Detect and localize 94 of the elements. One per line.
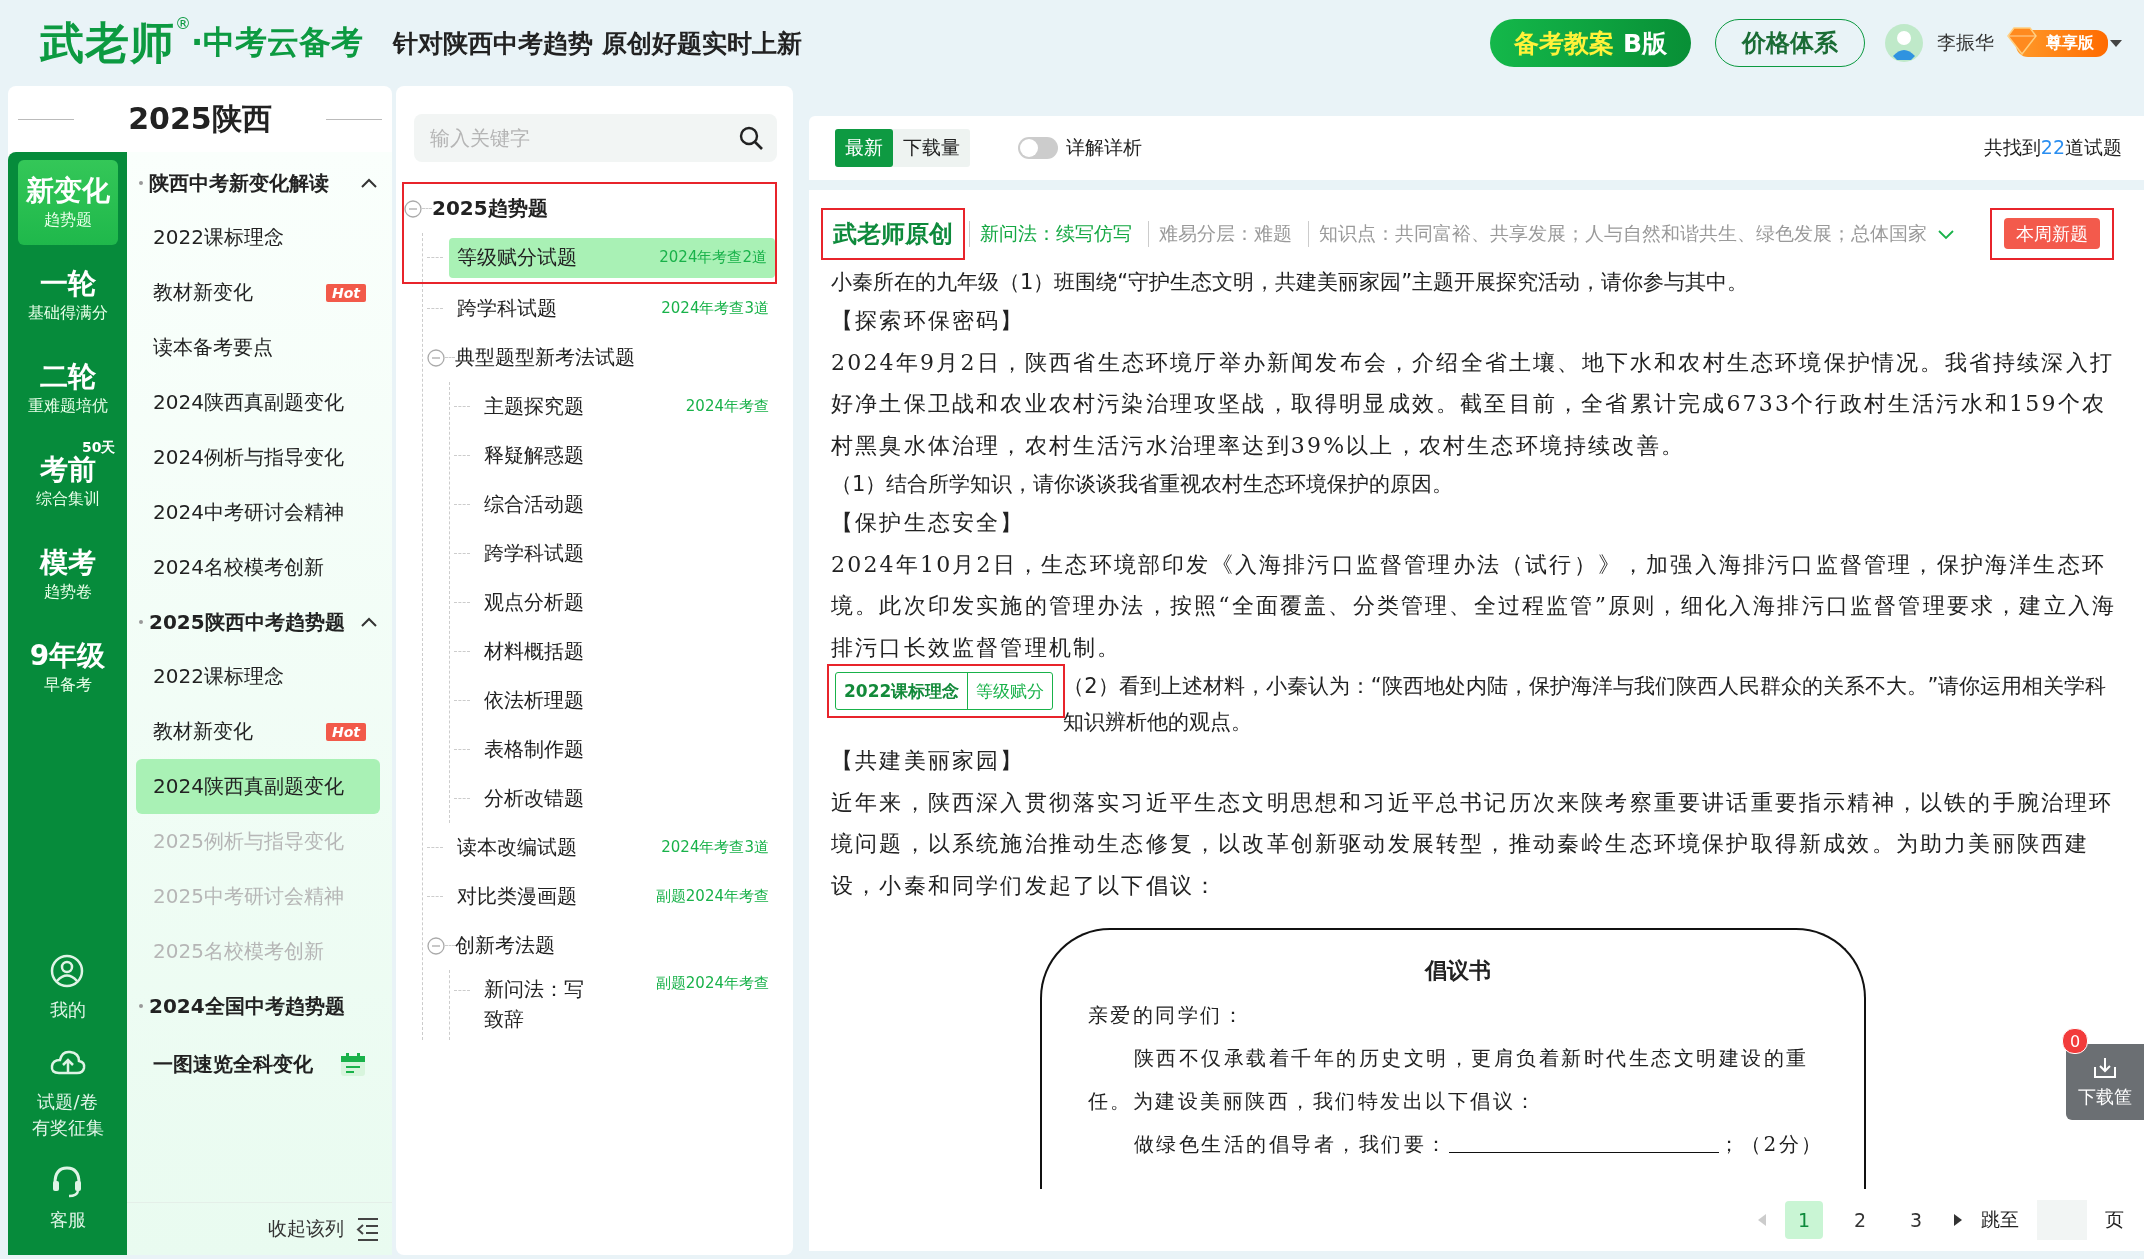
meta-text: 新问法：续写仿写 [969,221,1142,247]
toggle-switch[interactable] [1018,137,1058,159]
page-button[interactable]: 3 [1897,1201,1935,1239]
logo-text: 武老师 [40,15,175,70]
question-text: （2）看到上述材料，小秦认为：“陕西地处内陆，保护海洋与我们陕西人民群众的关系不大。”请你运用相关学科知识辨析他的观点。 [1063,673,2108,736]
question-text: 2024年10月2日，生态环境部印发《入海排污口监督管理办法（试行）》，加强入海排污口监督管理，保护海洋生态环境。此次印发实施的管理办法，按照“全面覆盖、分类管理、全过程监管”原则，细化入海排污口监督管理要求，建立入海排污口长效监督管理机制。 [830,550,2118,662]
sort-tab[interactable]: 最新 [835,129,893,167]
tree-node[interactable]: 创新考法题 [455,932,555,959]
collapse-node-icon[interactable] [404,199,422,218]
tree-node[interactable]: 2025趋势题 [432,195,548,222]
question-text: 近年来，陕西深入贯彻落实习近平生态文明思想和习近平总书记历次来陕考察重要讲话重要指示精神，以铁的手腕治理环境问题，以系统施治推动生态修复，以改革创新驱动发展转型，推动秦岭生态环境保护取得新成效。为助力美丽陕西建设，小秦和同学们发起了以下倡议： [830,788,2115,900]
user-name[interactable]: 李振华 [1937,30,1994,56]
nav-item[interactable]: 2024陕西真副题变化 [136,375,380,430]
tree-item[interactable]: 跨学科试题 2024年考查3道 [449,288,777,329]
rail-tab[interactable]: 模考 趋势卷 [17,532,118,617]
group-heading[interactable]: 2024全国中考趋势题 [149,992,378,1020]
nav-item[interactable]: 2022课标理念 [136,649,380,704]
nav-item[interactable]: 读本备考要点 [136,320,380,375]
result-count: 共找到22道试题 [1983,135,2122,160]
tree-item[interactable]: 读本改编试题 2024年考查3道 [449,827,777,868]
collapse-column-link[interactable]: 收起该列 [268,1216,344,1242]
meta-text: 知识点：共同富裕、共享发展；人与自然和谐共生、绿色发展；总体国家 [1308,221,1937,247]
rail-link[interactable]: 试题/卷 有奖征集 [31,1089,104,1141]
tree-item[interactable]: 观点分析题 [476,582,777,623]
tree-item[interactable]: 表格制作题 [476,729,777,770]
avatar-icon[interactable] [1885,24,1923,62]
chevron-icon[interactable] [360,615,378,629]
nav-item[interactable]: 2024陕西真副题变化 [136,759,380,814]
toggle-label: 详解详析 [1066,135,1142,160]
section-heading: 【保护生态安全】 [830,509,1026,537]
region-title: 2025陕西 [128,99,272,138]
page-button[interactable]: 1 [1785,1201,1823,1239]
product-name: ·中考云备考 [191,22,364,63]
figure-text: ；（2分） [1718,1132,1824,1156]
nav-item[interactable]: 教材新变化 Hot [136,265,380,320]
page-unit: 页 [2105,1207,2124,1232]
question-text: 2024年9月2日，陕西省生态环境厅举办新闻发布会，介绍全省土壤、地下水和农村生态环境保护情况。我省持续深入打好净土保卫战和农业农村污染治理攻坚战，取得明显成效。截至目前，全省累计完成6733个行政村生活污水和159个农村黑臭水体治理，农村生活污水治理率达到39%以上，农村生态环境持续改善。 [830,348,2115,460]
tree-item[interactable]: 材料概括题 [476,631,777,672]
meta-text: 难易分层：难题 [1148,221,1302,247]
section-heading: 【共建美丽家园】 [830,747,1026,775]
new-this-week-badge: 本周新题 [2004,218,2100,249]
group-heading[interactable]: 2025陕西中考趋势题 [149,608,360,636]
rail-tab[interactable]: 9年级 早备考 [17,625,118,710]
next-page-icon[interactable] [1953,1213,1963,1227]
tree-node[interactable]: 典型题型新考法试题 [455,344,635,371]
tree-item[interactable]: 分析改错题 [476,778,777,819]
calendar-icon [340,1051,366,1078]
tree-item[interactable]: 综合活动题 [476,484,777,525]
nav-item[interactable]: 一图速览全科变化 [153,1051,340,1078]
nav-item[interactable]: 2024中考研讨会精神 [136,485,380,540]
nav-item[interactable]: 2024名校模考创新 [136,540,380,595]
nav-item[interactable]: 教材新变化 Hot [136,704,380,759]
tree-item[interactable]: 主题探究题 2024年考查 [476,386,777,427]
tree-item[interactable]: 等级赋分试题 2024年考查2道 [449,237,775,278]
tagline: 针对陕西中考趋势 原创好题实时上新 [393,27,803,60]
lesson-plan-button[interactable]: 备考教案 B版 [1490,19,1691,67]
search-field[interactable]: 输入关键字 [414,114,777,162]
question-text: 小秦所在的九年级（1）班围绕“守护生态文明，共建美丽家园”主题开展探究活动，请你参与其中。 [830,269,1750,296]
tree-item[interactable]: 对比类漫画题 副题2024年考查 [449,876,777,917]
download-icon [2091,1055,2119,1081]
topic-tag: 2022课标理念 等级赋分 [835,672,1054,710]
hot-badge: Hot [325,722,366,741]
nav-item[interactable]: 2022课标理念 [136,210,380,265]
chevron-icon[interactable] [360,176,378,190]
rail-tab[interactable]: 二轮 重难题培优 [17,346,118,431]
rail-link[interactable]: 客服 [49,1207,86,1233]
question-text: （1）结合所学知识，请你谈谈我省重视农村生态环境保护的原因。 [830,471,1455,498]
tree-item[interactable]: 释疑解惑题 [476,435,777,476]
diamond-icon [2004,25,2040,56]
figure-text: 做绿色生活的倡导者，我们要： [1133,1132,1449,1156]
tree-item[interactable]: 跨学科试题 [476,533,777,574]
tree-item[interactable]: 新问法：写致辞 副题2024年考查 [476,974,777,1034]
figure-text: 陕西不仅承载着千年的历史文明，更肩负着新时代生态文明建设的重任。为建设美丽陕西，我们特发出以下倡议： [1087,1045,1810,1115]
hot-badge: Hot [325,283,366,302]
nav-item[interactable]: 2024例析与指导变化 [136,430,380,485]
expand-chevron-icon[interactable] [1937,227,1955,241]
group-heading[interactable]: 陕西中考新变化解读 [149,169,360,197]
source-label: 武老师原创 [823,210,963,258]
search-icon[interactable] [739,126,763,150]
sort-tab[interactable]: 下载量 [893,129,970,167]
page-button[interactable]: 2 [1841,1201,1879,1239]
tree-item[interactable]: 依法析理题 [476,680,777,721]
collapse-node-icon[interactable] [427,936,445,955]
jump-label: 跳至 [1981,1207,2019,1232]
figure-title: 倡议书 [1423,957,1492,985]
rail-tab[interactable]: 一轮 基础得满分 [17,253,118,338]
registered-mark: ® [175,14,191,33]
rail-tab[interactable]: 50天 考前 综合集训 [17,439,118,524]
figure-text: 亲爱的同学们： [1087,1002,1246,1029]
collapse-node-icon[interactable] [427,348,445,367]
collapse-icon[interactable] [356,1215,380,1243]
rail-link[interactable]: 我的 [49,997,86,1023]
section-heading: 【探索环保密码】 [830,307,1026,335]
dropdown-caret-icon[interactable] [2108,37,2124,49]
